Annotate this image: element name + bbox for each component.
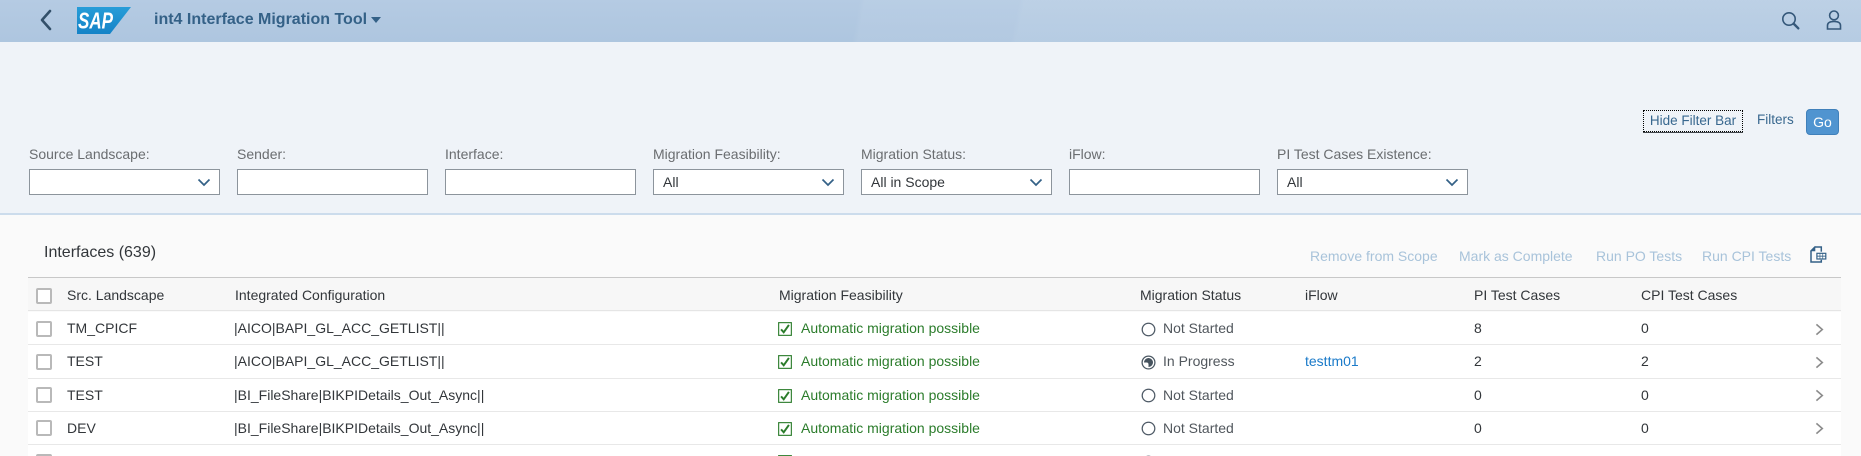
svg-text:SAP: SAP [78,8,113,34]
